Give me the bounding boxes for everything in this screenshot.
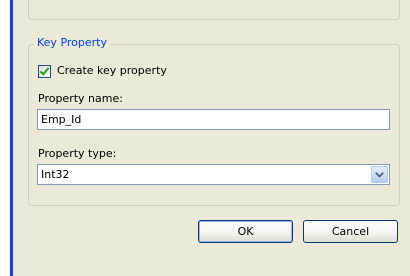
checkmark-icon	[39, 64, 50, 76]
dropdown-button[interactable]	[371, 166, 388, 183]
chevron-down-icon	[375, 171, 384, 178]
create-key-property-label[interactable]: Create key property	[57, 64, 167, 78]
create-key-property-checkbox[interactable]	[38, 64, 51, 78]
property-name-input[interactable]	[37, 109, 390, 130]
key-property-group-title: Key Property	[34, 36, 110, 50]
create-key-property-checkbox-row[interactable]: Create key property	[38, 64, 167, 78]
upper-groupbox	[28, 0, 400, 20]
cancel-button[interactable]: Cancel	[303, 220, 398, 243]
property-type-label: Property type:	[38, 147, 117, 160]
property-name-label: Property name:	[38, 92, 123, 105]
ok-button[interactable]: OK	[198, 220, 293, 243]
property-type-select[interactable]: Int32	[37, 164, 390, 185]
property-type-value: Int32	[41, 168, 70, 181]
